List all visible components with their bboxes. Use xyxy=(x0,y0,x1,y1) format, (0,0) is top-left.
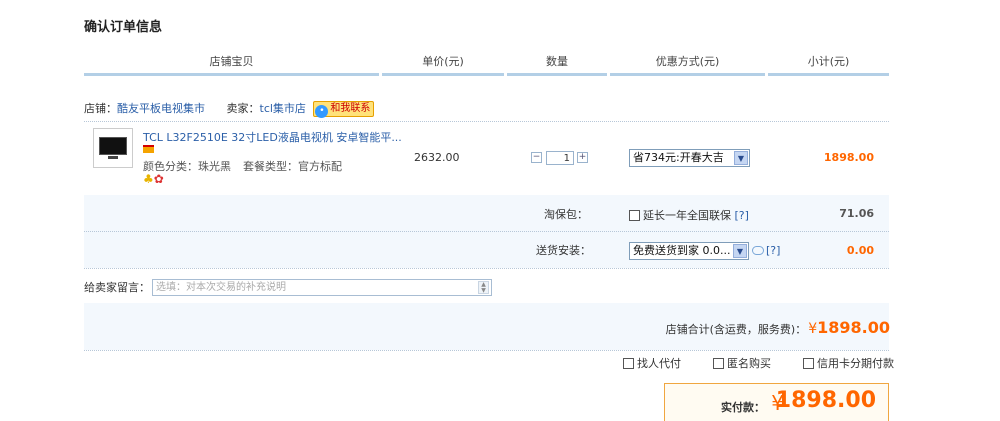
header-subtotal: 小计(元) xyxy=(768,49,889,76)
warranty-label: 淘保包： xyxy=(544,208,588,221)
divider xyxy=(84,121,889,122)
contact-label: 和我联系 xyxy=(330,103,371,114)
seller-label: 卖家： xyxy=(226,102,260,115)
payment-amount: 1898.00 xyxy=(775,388,876,413)
divider xyxy=(84,231,889,232)
shop-label: 店铺： xyxy=(84,102,117,115)
shop-total-amount: 1898.00 xyxy=(817,318,890,337)
product-name-link[interactable]: TCL L32F2510E 32寸LED液晶电视机 安卓智能平... xyxy=(143,129,402,145)
header-quantity: 数量 xyxy=(507,49,607,76)
attr-package: 套餐类型：官方标配 xyxy=(243,160,342,173)
chevron-down-icon: ▼ xyxy=(734,151,748,165)
message-placeholder: 选填：对本次交易的补充说明 xyxy=(156,282,286,293)
anonymous-checkbox[interactable] xyxy=(713,358,724,369)
credit-card-badge-icon xyxy=(143,145,154,153)
warranty-amount: 71.06 xyxy=(839,207,874,220)
header-unit-price: 单价(元) xyxy=(382,49,504,76)
payment-summary: 实付款： ¥ 1898.00 xyxy=(664,383,889,421)
warranty-checkbox[interactable] xyxy=(629,210,640,221)
anonymous-label: 匿名购买 xyxy=(727,357,771,370)
gold-badge-icon: ♣ xyxy=(143,172,154,186)
delivery-amount: 0.00 xyxy=(846,244,874,257)
seven-day-return-icon: ✿ xyxy=(153,172,164,186)
shop-total-label: 店铺合计(含运费，服务费)： xyxy=(665,323,807,336)
tv-image-icon xyxy=(99,137,127,155)
tv-stand-icon xyxy=(108,156,118,159)
shop-total-currency: ¥ xyxy=(808,321,818,337)
shop-info: 店铺：酷友平板电视集市 卖家：tcl集市店 • 和我联系 xyxy=(84,100,375,118)
quantity-decrease-button[interactable]: − xyxy=(531,152,542,163)
message-label: 给卖家留言： xyxy=(84,281,150,294)
warranty-option-label: 延长一年全国联保 xyxy=(643,209,731,222)
table-header: 店铺宝贝 单价(元) 数量 优惠方式(元) 小计(元) xyxy=(84,49,889,76)
warranty-option: 延长一年全国联保 [?] xyxy=(629,207,749,223)
proxy-pay-option[interactable]: 找人代付 xyxy=(623,355,681,371)
delivery-help-link[interactable]: [?] xyxy=(766,244,780,257)
anonymous-option[interactable]: 匿名购买 xyxy=(713,355,771,371)
message-input[interactable]: 选填：对本次交易的补充说明 ▲ ▼ xyxy=(152,279,492,296)
shop-total: 店铺合计(含运费，服务费)： ¥1898.00 xyxy=(666,318,890,337)
product-attributes: 颜色分类：珠光黑 套餐类型：官方标配 xyxy=(143,158,342,174)
delivery-label: 送货安装： xyxy=(536,244,591,257)
payment-label: 实付款： xyxy=(721,401,765,414)
divider xyxy=(84,350,889,351)
divider xyxy=(84,268,889,269)
installment-option[interactable]: 信用卡分期付款 xyxy=(803,355,894,371)
installment-label: 信用卡分期付款 xyxy=(817,357,894,370)
discount-selected-value: 省734元:开春大吉 xyxy=(633,151,724,164)
quantity-input[interactable] xyxy=(546,151,574,165)
seller-name-link[interactable]: tcl集市店 xyxy=(260,102,306,115)
service-icons: ♣✿ xyxy=(143,173,164,185)
proxy-pay-label: 找人代付 xyxy=(637,357,681,370)
header-item: 店铺宝贝 xyxy=(84,49,379,76)
warranty-help-link[interactable]: [?] xyxy=(735,209,749,222)
discount-select[interactable]: 省734元:开春大吉 ▼ xyxy=(629,149,750,167)
item-subtotal: 1898.00 xyxy=(823,151,874,164)
delivery-extras: [?] xyxy=(749,244,780,257)
shop-name-link[interactable]: 酷友平板电视集市 xyxy=(117,102,205,115)
product-thumbnail[interactable] xyxy=(93,128,133,168)
header-discount: 优惠方式(元) xyxy=(610,49,765,76)
quantity-increase-button[interactable]: + xyxy=(577,152,588,163)
contact-seller-button[interactable]: • 和我联系 xyxy=(313,101,375,118)
unit-price: 2632.00 xyxy=(414,151,460,164)
scrollbar[interactable]: ▲ ▼ xyxy=(478,281,489,294)
installment-checkbox[interactable] xyxy=(803,358,814,369)
chat-icon[interactable] xyxy=(752,246,764,255)
chevron-down-icon: ▼ xyxy=(733,244,747,258)
warranty-row-bg xyxy=(84,195,889,232)
delivery-selected-value: 免费送货到家 0.0... xyxy=(633,244,731,257)
chat-bubble-icon: • xyxy=(315,105,329,118)
proxy-pay-checkbox[interactable] xyxy=(623,358,634,369)
delivery-select[interactable]: 免费送货到家 0.0... ▼ xyxy=(629,242,749,260)
page-title: 确认订单信息 xyxy=(84,20,163,35)
